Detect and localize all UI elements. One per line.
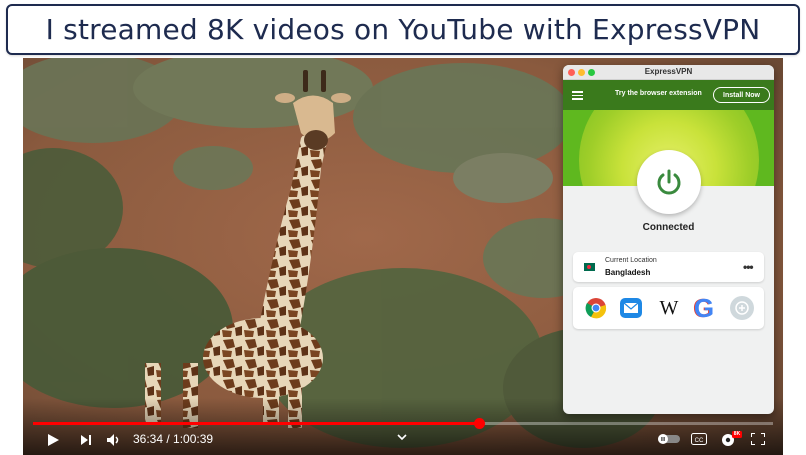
location-label: Current Location — [605, 257, 657, 264]
mail-icon[interactable] — [618, 295, 644, 321]
install-now-button[interactable]: Install Now — [713, 87, 770, 103]
location-value: Bangladesh — [605, 268, 651, 277]
google-glyph: G — [693, 292, 715, 323]
duration: 1:00:39 — [173, 432, 214, 446]
captions-icon[interactable]: CC — [690, 432, 708, 446]
add-shortcut-icon[interactable] — [729, 295, 755, 321]
hamburger-menu-icon[interactable] — [572, 91, 583, 100]
window-title: ExpressVPN — [644, 67, 693, 76]
settings-icon[interactable]: 8K — [720, 430, 742, 448]
power-button[interactable] — [637, 150, 701, 214]
shortcuts-bar: W G — [573, 287, 764, 329]
progress-played — [33, 422, 480, 425]
location-selector[interactable]: Current Location Bangladesh ••• — [573, 252, 764, 282]
current-time: 36:34 — [133, 432, 164, 446]
svg-text:CC: CC — [695, 438, 704, 444]
title-banner: I streamed 8K videos on YouTube with Exp… — [6, 4, 800, 55]
expressvpn-window: ExpressVPN Try the browser extension Ins… — [563, 65, 774, 414]
extension-promo-text: Try the browser extension — [615, 90, 702, 97]
more-options-icon[interactable]: ••• — [743, 260, 754, 274]
play-icon[interactable] — [45, 432, 61, 448]
wikipedia-glyph: W — [659, 296, 679, 319]
chevron-down-icon[interactable] — [396, 432, 408, 442]
connection-status: Connected — [642, 222, 695, 233]
autoplay-toggle-icon[interactable] — [657, 432, 681, 446]
quality-badge: 8K — [733, 431, 741, 437]
scrubber-handle[interactable] — [473, 418, 485, 429]
time-separator: / — [163, 432, 174, 446]
google-icon[interactable]: G — [691, 292, 717, 323]
progress-bar[interactable] — [33, 418, 773, 429]
power-icon — [657, 169, 681, 195]
next-icon[interactable] — [78, 432, 94, 448]
banner-title: I streamed 8K videos on YouTube with Exp… — [45, 13, 761, 46]
chrome-icon[interactable] — [583, 295, 609, 321]
wikipedia-icon[interactable]: W — [656, 295, 682, 321]
vpn-header: Try the browser extension Install Now — [563, 80, 774, 110]
time-display: 36:34 / 1:00:39 — [133, 432, 213, 446]
volume-icon[interactable] — [105, 432, 123, 448]
bangladesh-flag-icon — [584, 263, 595, 271]
fullscreen-icon[interactable] — [750, 432, 766, 446]
window-titlebar: ExpressVPN — [563, 65, 774, 80]
